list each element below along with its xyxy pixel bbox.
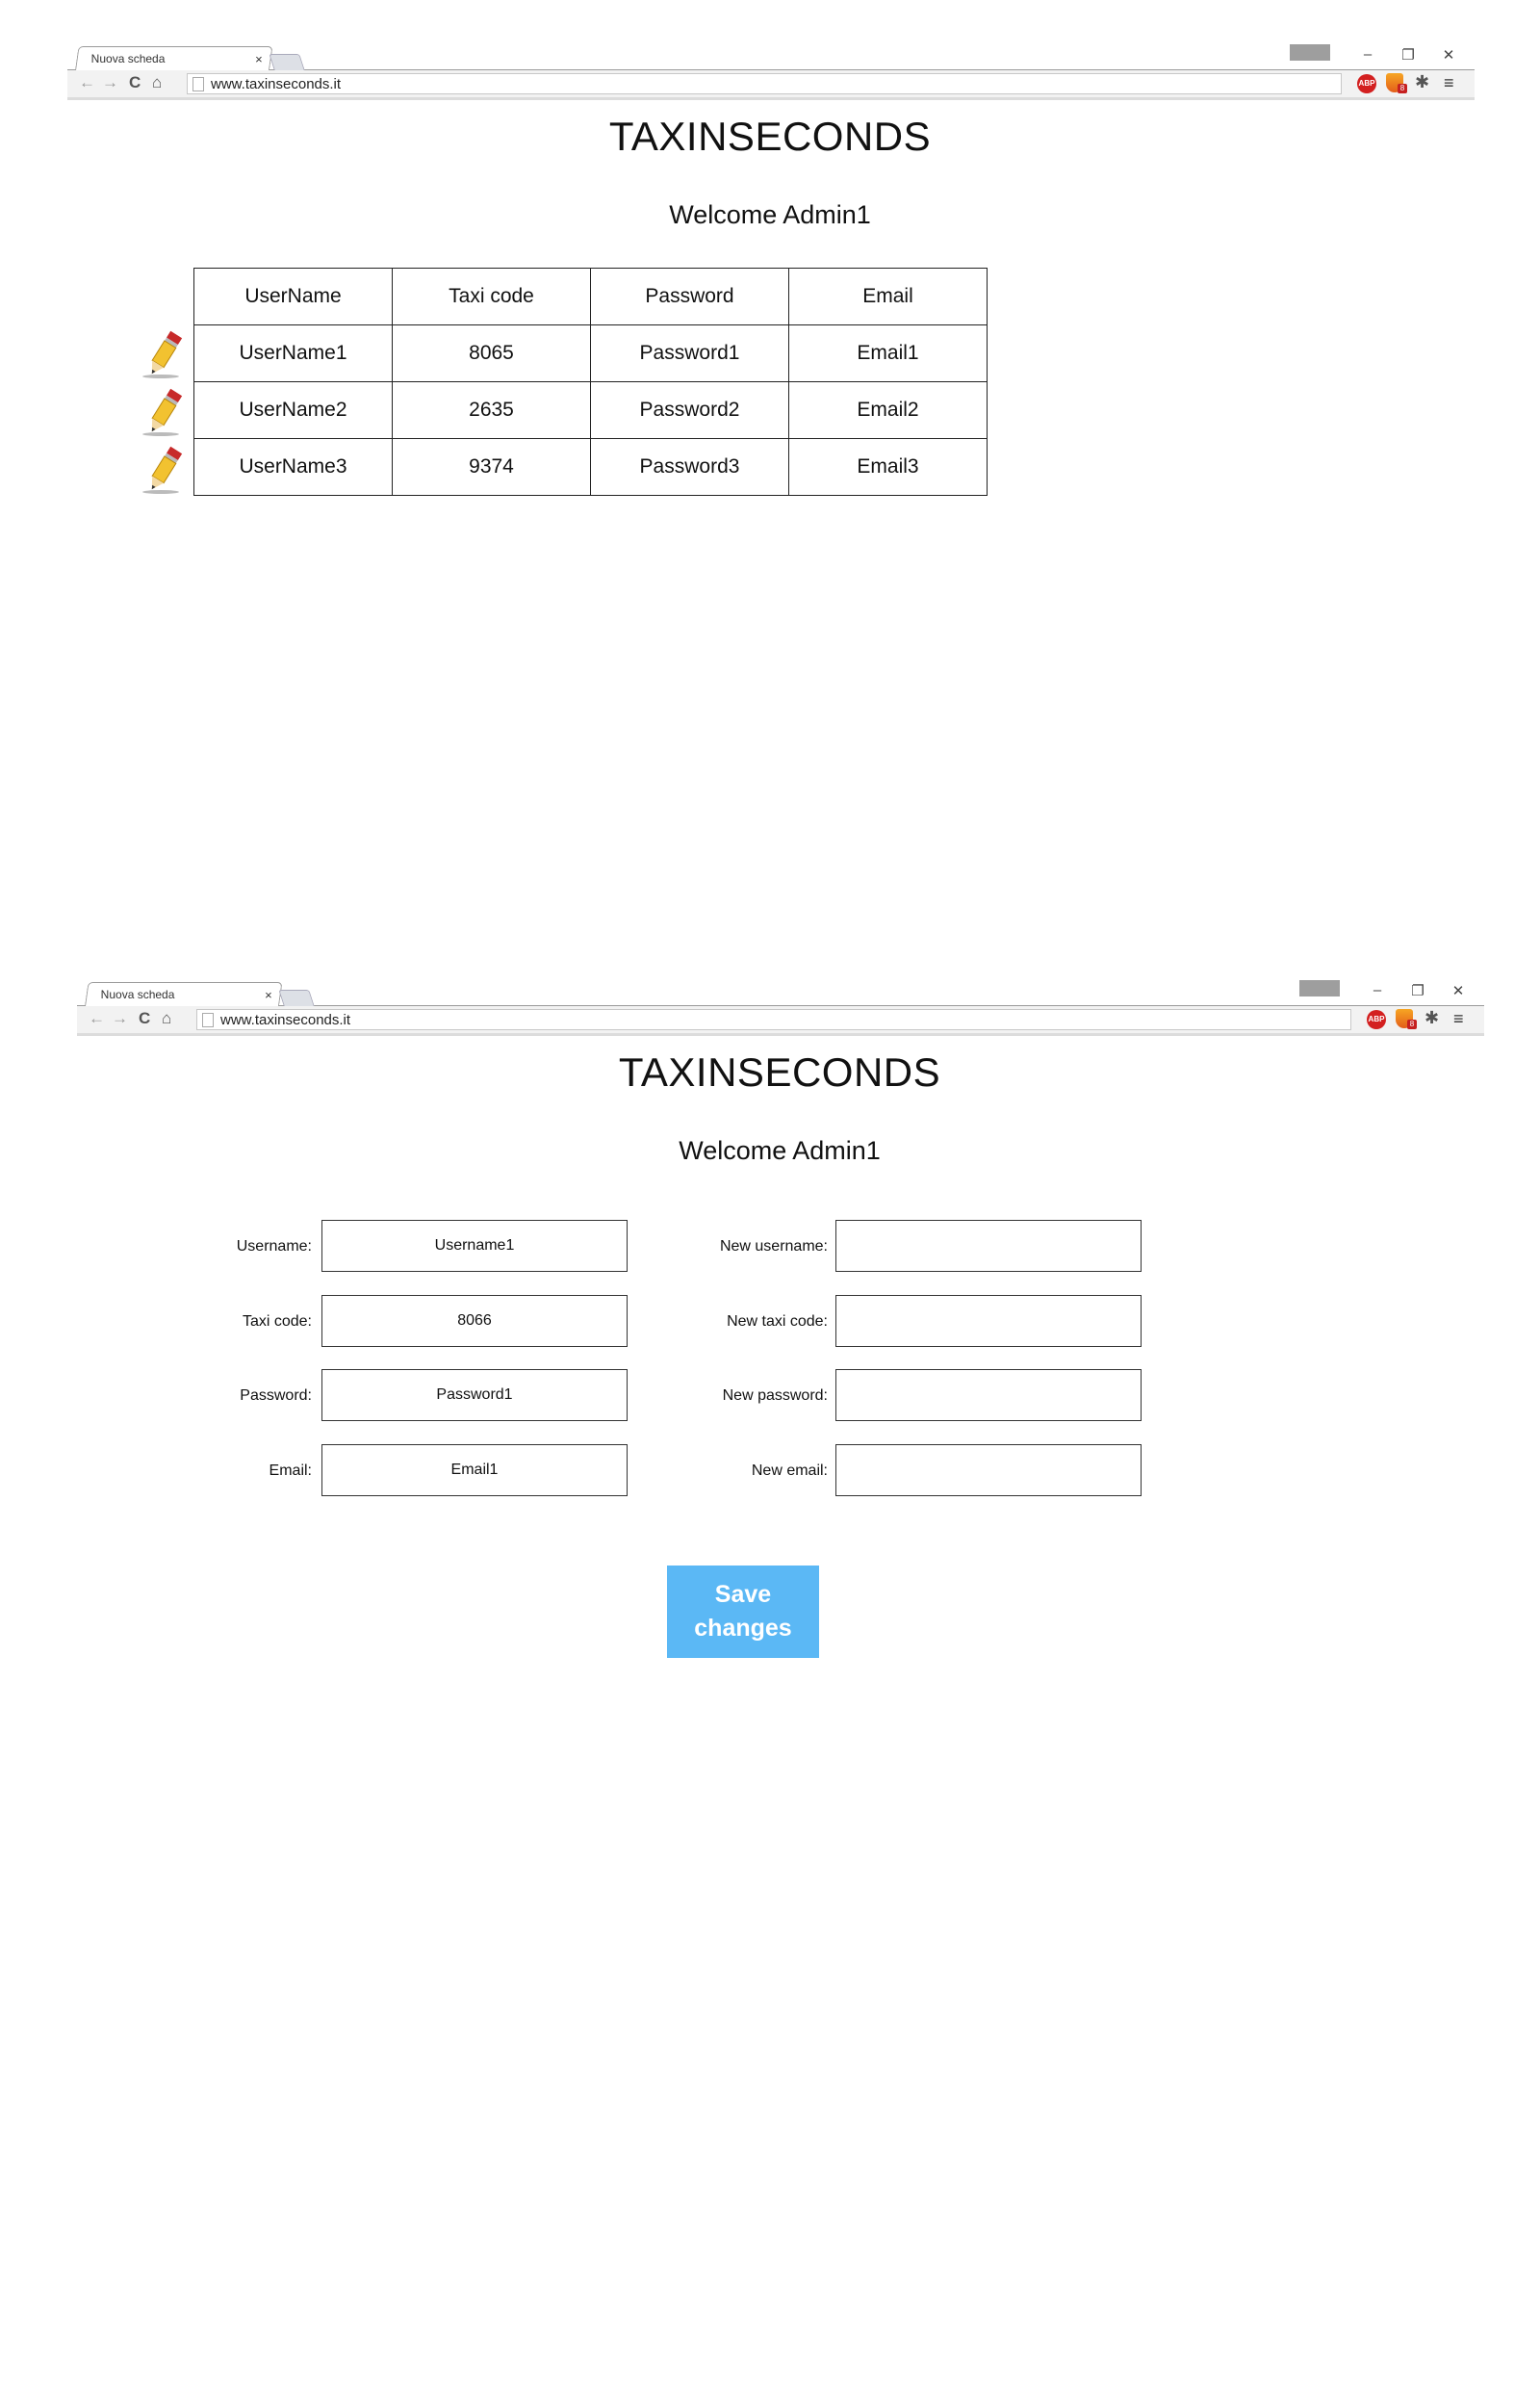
cell-password: Password3 <box>590 438 789 496</box>
password-field[interactable] <box>321 1369 628 1421</box>
form-row-password: Password: New password: <box>0 1369 1540 1423</box>
browser-toolbar: ← → C ⌂ www.taxinseconds.it ABP 8 ✱ ≡ <box>67 70 1475 100</box>
edit-row-3-button[interactable] <box>138 439 192 497</box>
new-tab-button[interactable] <box>278 990 315 1006</box>
cell-username: UserName1 <box>193 324 393 382</box>
username-label: Username: <box>236 1238 312 1255</box>
restore-icon[interactable]: ❐ <box>1401 46 1415 64</box>
browser-chrome: Nuova scheda × – ❐ ✕ ← → C ⌂ www.taxinse… <box>77 978 1484 1038</box>
form-row-username: Username: New username: <box>0 1220 1540 1274</box>
adblock-icon[interactable]: ABP <box>1367 1010 1386 1029</box>
browser-chrome: Nuova scheda × – ❐ ✕ ← → C ⌂ www.taxinse… <box>67 42 1475 102</box>
new-taxi-code-label: New taxi code: <box>727 1313 828 1330</box>
email-field[interactable] <box>321 1444 628 1496</box>
reload-icon[interactable]: C <box>129 73 141 92</box>
new-username-field[interactable] <box>835 1220 1142 1272</box>
new-tab-button[interactable] <box>269 54 305 70</box>
minimize-icon[interactable]: – <box>1371 982 1384 999</box>
menu-icon[interactable]: ≡ <box>1453 1009 1464 1029</box>
new-password-field[interactable] <box>835 1369 1142 1421</box>
home-icon[interactable]: ⌂ <box>152 73 162 92</box>
close-window-icon[interactable]: ✕ <box>1442 46 1455 64</box>
address-bar[interactable]: www.taxinseconds.it <box>187 73 1342 94</box>
users-table: UserName Taxi code Password Email UserNa… <box>193 268 988 496</box>
browser-tab[interactable]: Nuova scheda × <box>85 982 283 1006</box>
extension-badge: 8 <box>1398 84 1407 93</box>
cell-taxi-code: 9374 <box>392 438 591 496</box>
new-email-label: New email: <box>751 1462 828 1479</box>
close-window-icon[interactable]: ✕ <box>1451 982 1465 999</box>
column-header-email: Email <box>788 268 988 325</box>
tab-close-icon[interactable]: × <box>255 52 263 66</box>
column-header-username: UserName <box>193 268 393 325</box>
taxi-code-label: Taxi code: <box>242 1313 312 1330</box>
window-controls: – ❐ ✕ <box>1371 982 1465 999</box>
cell-taxi-code: 8065 <box>392 324 591 382</box>
window-controls: – ❐ ✕ <box>1361 46 1455 64</box>
cell-email: Email2 <box>788 381 988 439</box>
browser-toolbar: ← → C ⌂ www.taxinseconds.it ABP 8 ✱ ≡ <box>77 1006 1484 1036</box>
username-field[interactable] <box>321 1220 628 1272</box>
address-bar-url: www.taxinseconds.it <box>211 76 342 92</box>
address-bar[interactable]: www.taxinseconds.it <box>196 1009 1351 1030</box>
cell-email: Email3 <box>788 438 988 496</box>
column-header-password: Password <box>590 268 789 325</box>
cell-username: UserName3 <box>193 438 393 496</box>
table-row: UserName2 2635 Password2 Email2 <box>193 381 988 439</box>
adblock-icon[interactable]: ABP <box>1357 74 1376 93</box>
extension-badge: 8 <box>1407 1020 1417 1029</box>
taxi-code-field[interactable] <box>321 1295 628 1347</box>
email-label: Email: <box>269 1462 312 1479</box>
tab-title: Nuova scheda <box>100 988 175 1001</box>
edit-actions <box>138 324 192 497</box>
column-header-taxi-code: Taxi code <box>392 268 591 325</box>
new-email-field[interactable] <box>835 1444 1142 1496</box>
save-changes-button[interactable]: Save changes <box>667 1566 819 1658</box>
tab-strip: Nuova scheda × – ❐ ✕ <box>77 978 1484 1006</box>
forward-icon[interactable]: → <box>112 1009 128 1028</box>
home-icon[interactable]: ⌂ <box>162 1009 171 1028</box>
app-title: TAXINSECONDS <box>618 1049 941 1095</box>
pencil-icon <box>142 446 183 494</box>
profile-button[interactable] <box>1299 980 1340 996</box>
puzzle-extension-icon[interactable]: ✱ <box>1415 72 1429 92</box>
cell-password: Password1 <box>590 324 789 382</box>
pencil-icon <box>142 388 183 436</box>
tab-title: Nuova scheda <box>90 52 166 65</box>
app-title: TAXINSECONDS <box>608 114 932 159</box>
table-row: UserName1 8065 Password1 Email1 <box>193 324 988 382</box>
back-icon[interactable]: ← <box>79 73 95 92</box>
profile-button[interactable] <box>1290 44 1330 61</box>
back-icon[interactable]: ← <box>89 1009 105 1028</box>
forward-icon[interactable]: → <box>102 73 118 92</box>
new-username-label: New username: <box>719 1238 828 1255</box>
page-icon <box>202 1013 214 1027</box>
reload-icon[interactable]: C <box>139 1009 150 1028</box>
cell-password: Password2 <box>590 381 789 439</box>
address-bar-url: www.taxinseconds.it <box>220 1012 351 1028</box>
form-row-taxi-code: Taxi code: New taxi code: <box>0 1295 1540 1349</box>
table-header-row: UserName Taxi code Password Email <box>193 268 988 325</box>
welcome-message: Welcome Admin1 <box>669 200 871 229</box>
cell-taxi-code: 2635 <box>392 381 591 439</box>
restore-icon[interactable]: ❐ <box>1411 982 1424 999</box>
page-icon <box>192 77 204 91</box>
menu-icon[interactable]: ≡ <box>1444 73 1454 93</box>
cell-username: UserName2 <box>193 381 393 439</box>
edit-row-1-button[interactable] <box>138 324 192 381</box>
tab-strip: Nuova scheda × – ❐ ✕ <box>67 42 1475 70</box>
browser-tab[interactable]: Nuova scheda × <box>75 46 273 70</box>
table-row: UserName3 9374 Password3 Email3 <box>193 438 988 496</box>
pencil-icon <box>142 330 183 378</box>
form-row-email: Email: New email: <box>0 1444 1540 1498</box>
puzzle-extension-icon[interactable]: ✱ <box>1424 1008 1439 1028</box>
edit-row-2-button[interactable] <box>138 381 192 439</box>
new-password-label: New password: <box>722 1387 828 1404</box>
new-taxi-code-field[interactable] <box>835 1295 1142 1347</box>
minimize-icon[interactable]: – <box>1361 46 1374 64</box>
tab-close-icon[interactable]: × <box>265 988 272 1002</box>
welcome-message: Welcome Admin1 <box>679 1136 881 1165</box>
password-label: Password: <box>240 1387 312 1404</box>
cell-email: Email1 <box>788 324 988 382</box>
